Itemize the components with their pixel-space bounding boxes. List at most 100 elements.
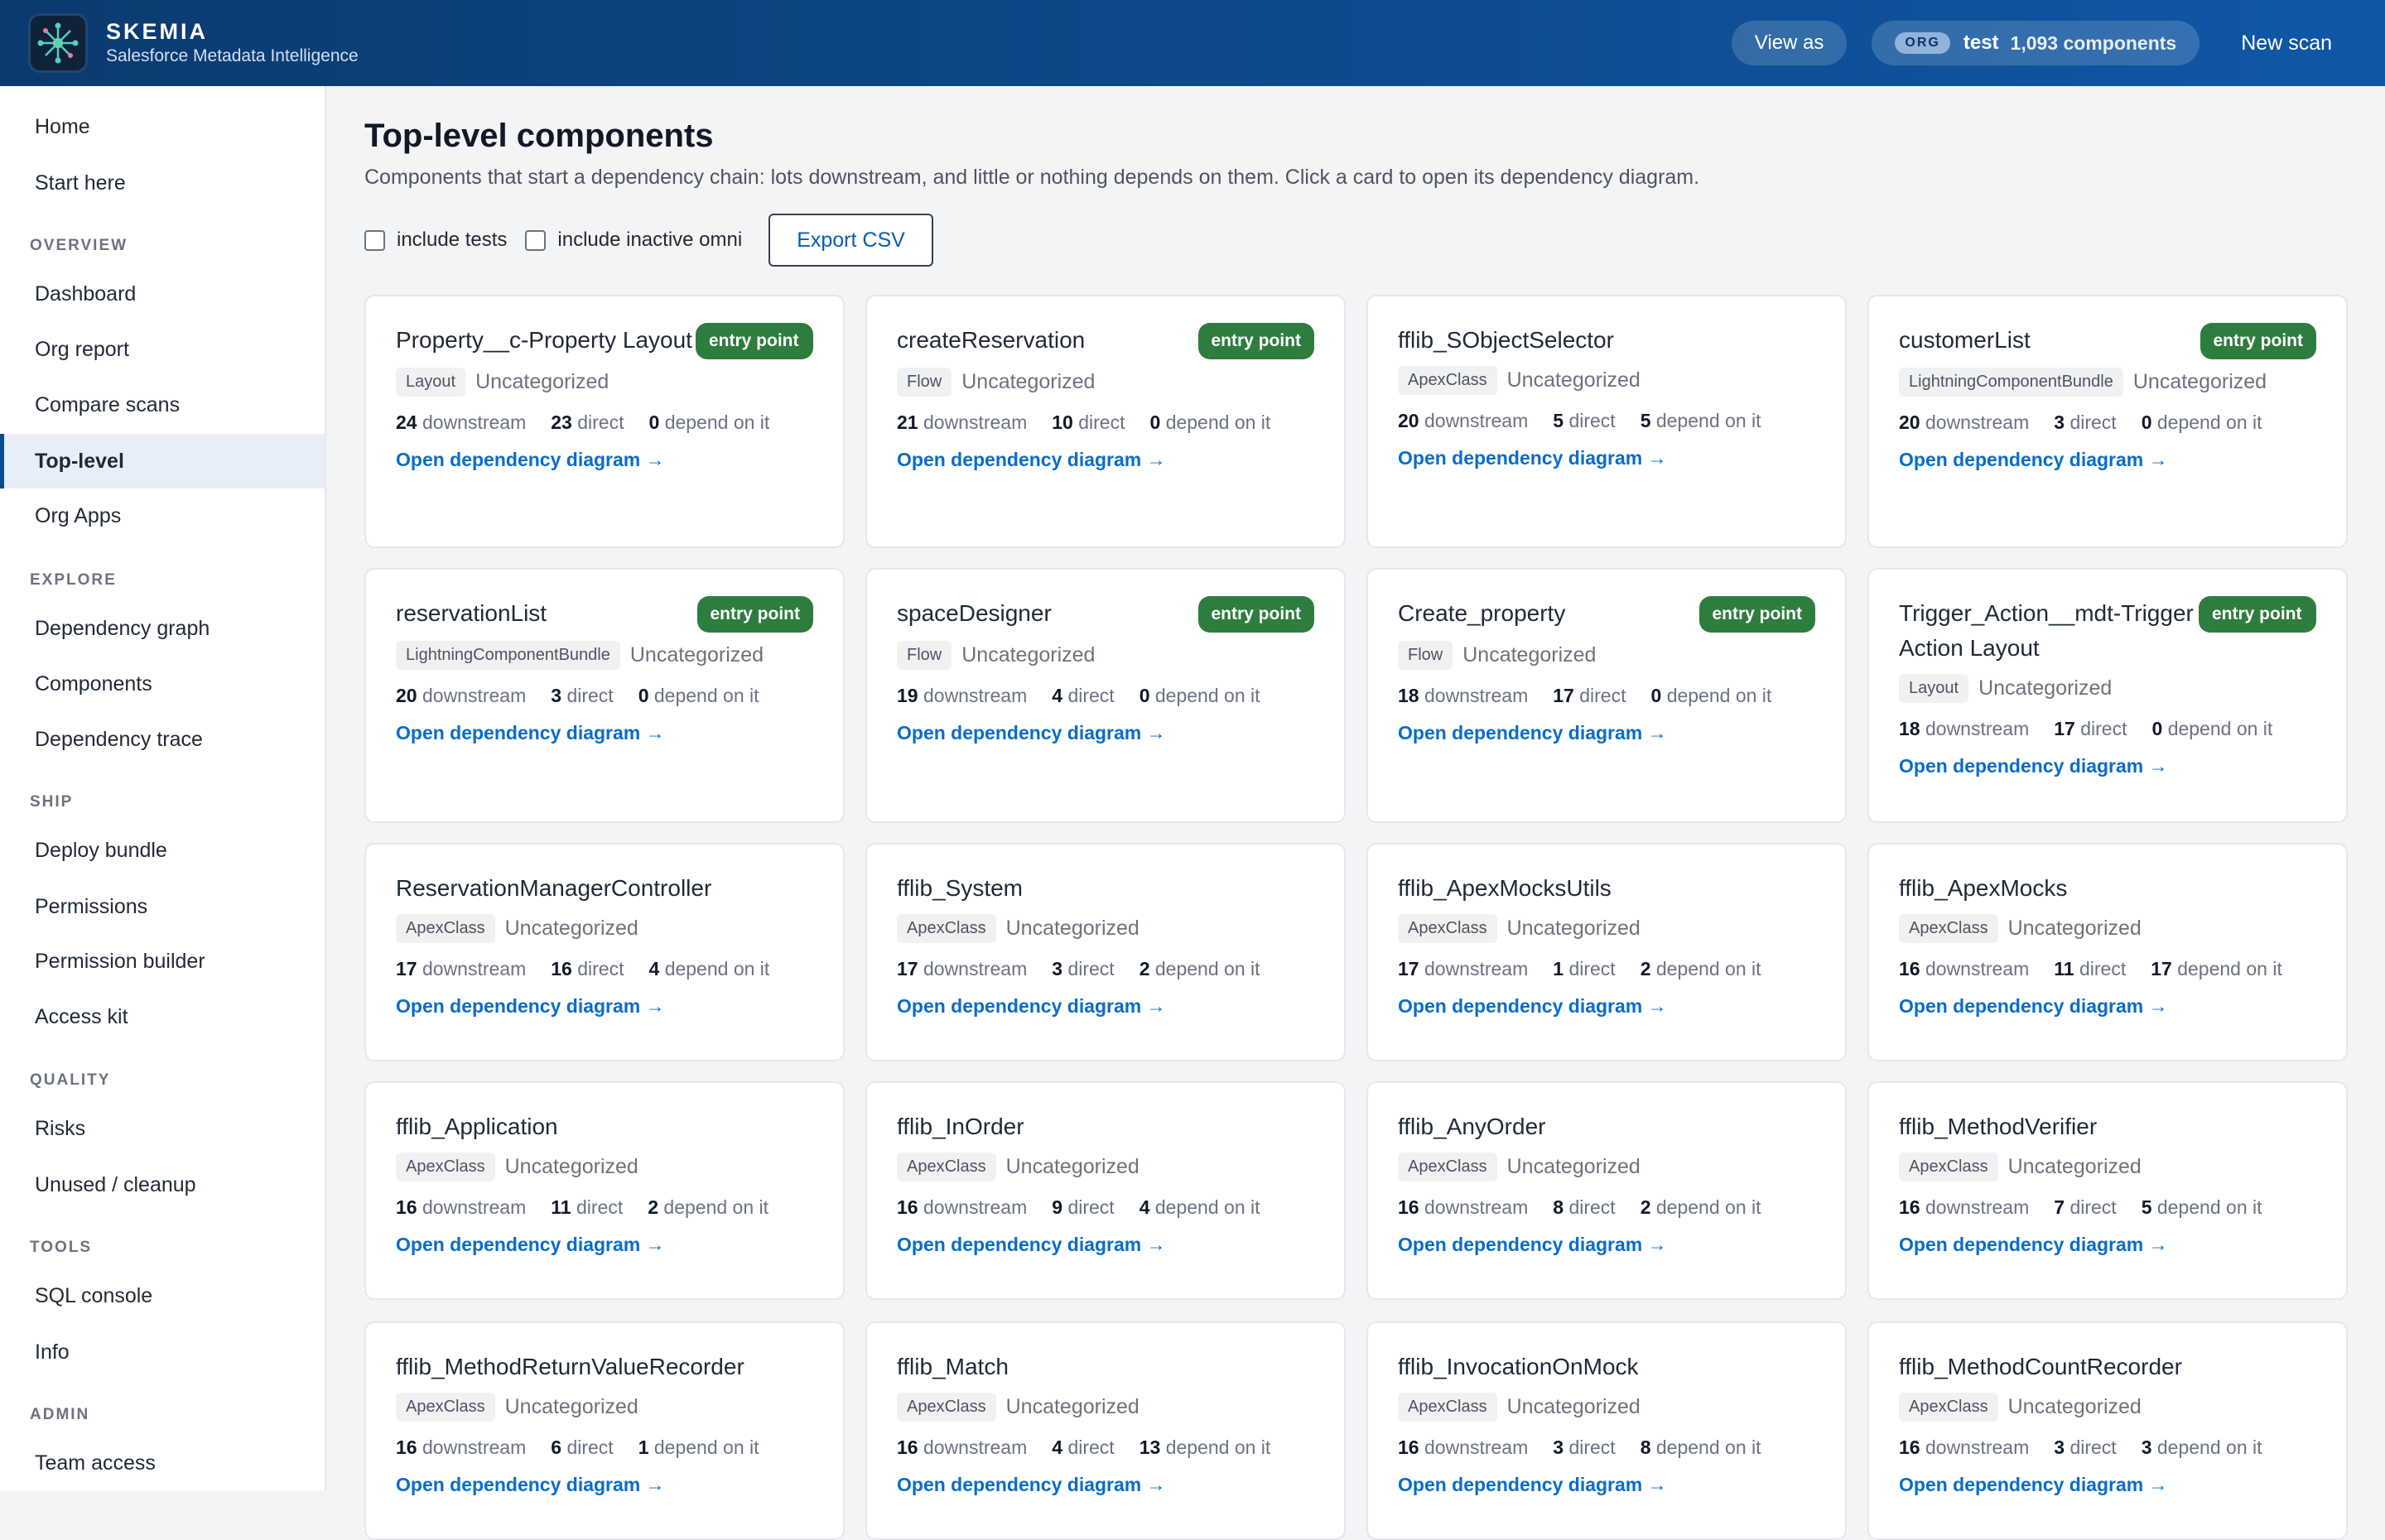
open-dependency-diagram-link[interactable]: Open dependency diagram →: [1899, 755, 2316, 777]
open-dependency-diagram-link[interactable]: Open dependency diagram →: [1398, 995, 1815, 1018]
open-dependency-diagram-link[interactable]: Open dependency diagram →: [1899, 995, 2316, 1018]
open-dependency-diagram-link[interactable]: Open dependency diagram →: [396, 449, 813, 471]
component-category: Uncategorized: [1506, 1395, 1641, 1418]
component-card[interactable]: fflib_Match ApexClass Uncategorized 16 down…: [865, 1321, 1346, 1540]
open-dependency-diagram-link[interactable]: Open dependency diagram →: [897, 449, 1314, 471]
direct-count: 7: [2054, 1196, 2065, 1218]
component-card[interactable]: spaceDesigner entry point Flow Uncategorize…: [865, 568, 1346, 823]
card-header: fflib_Match: [897, 1350, 1314, 1384]
component-card[interactable]: Create_property entry point Flow Uncategori…: [1366, 568, 1847, 823]
direct-label: direct: [566, 685, 614, 706]
component-card[interactable]: ReservationManagerController ApexClass Unc…: [364, 843, 845, 1061]
downstream-stat: 16 downstream: [1899, 1437, 2029, 1459]
component-category: Uncategorized: [961, 643, 1096, 667]
sidebar-item-dependency-graph[interactable]: Dependency graph: [0, 601, 325, 656]
entry-point-badge: entry point: [696, 323, 813, 359]
depend-count: 0: [1139, 685, 1150, 706]
sidebar-item-home[interactable]: Home: [0, 99, 325, 154]
depend-label: depend on it: [653, 1437, 759, 1458]
open-dependency-diagram-link[interactable]: Open dependency diagram →: [1899, 1474, 2316, 1496]
sidebar-item-deploy-bundle[interactable]: Deploy bundle: [0, 823, 325, 878]
brand-subtitle: Salesforce Metadata Intelligence: [106, 46, 359, 65]
component-card[interactable]: Trigger_Action__mdt-Trigger Action Layou…: [1867, 568, 2348, 823]
component-card[interactable]: fflib_MethodVerifier ApexClass Uncategoriz…: [1867, 1081, 2348, 1300]
sidebar-item-components[interactable]: Components: [0, 657, 325, 711]
card-header: Create_property entry point: [1398, 596, 1815, 633]
sidebar-section-quality: QUALITY: [30, 1071, 111, 1089]
open-dependency-diagram-link[interactable]: Open dependency diagram →: [1398, 722, 1815, 744]
checkbox-box[interactable]: [364, 229, 385, 251]
sidebar-item-start-here[interactable]: Start here: [0, 156, 325, 210]
sidebar-item-info[interactable]: Info: [0, 1325, 325, 1379]
component-type-tag: ApexClass: [396, 1153, 495, 1181]
open-dependency-diagram-link[interactable]: Open dependency diagram →: [897, 722, 1314, 744]
depend-count: 2: [1640, 958, 1651, 979]
open-dependency-diagram-link[interactable]: Open dependency diagram →: [897, 995, 1314, 1018]
skemia-logo-icon[interactable]: [28, 13, 88, 73]
card-title: fflib_MethodCountRecorder: [1899, 1354, 2182, 1379]
export-csv-button[interactable]: Export CSV: [768, 214, 933, 267]
open-dependency-diagram-link[interactable]: Open dependency diagram →: [1899, 449, 2316, 471]
sidebar-item-access-kit[interactable]: Access kit: [0, 989, 325, 1044]
sidebar-item-permissions[interactable]: Permissions: [0, 879, 325, 934]
open-dependency-diagram-link[interactable]: Open dependency diagram →: [396, 722, 813, 744]
sidebar-item-org-apps[interactable]: Org Apps: [0, 488, 325, 543]
open-dependency-diagram-link[interactable]: Open dependency diagram →: [396, 1474, 813, 1496]
component-card[interactable]: fflib_SObjectSelector ApexClass Uncategori…: [1366, 295, 1847, 548]
component-card[interactable]: fflib_AnyOrder ApexClass Uncategorized 16 d…: [1366, 1081, 1847, 1300]
sidebar-item-unused-cleanup[interactable]: Unused / cleanup: [0, 1157, 325, 1212]
card-stats: 20 downstream 5 direct 5 depend on it: [1398, 410, 1815, 432]
checkbox-box[interactable]: [525, 229, 547, 251]
open-dependency-diagram-link[interactable]: Open dependency diagram →: [396, 995, 813, 1018]
direct-label: direct: [577, 411, 624, 433]
include-inactive-omni-checkbox[interactable]: include inactive omni: [525, 229, 742, 252]
component-card[interactable]: fflib_MethodReturnValueRecorder ApexClass…: [364, 1321, 845, 1540]
org-switcher[interactable]: ORG test 1,093 components: [1872, 21, 2200, 65]
open-dependency-diagram-link[interactable]: Open dependency diagram →: [897, 1234, 1314, 1256]
open-dependency-diagram-link[interactable]: Open dependency diagram →: [1398, 1234, 1815, 1256]
open-dependency-diagram-link[interactable]: Open dependency diagram →: [396, 1234, 813, 1256]
component-card[interactable]: fflib_InOrder ApexClass Uncategorized 16 do…: [865, 1081, 1346, 1300]
sidebar-item-sql-console[interactable]: SQL console: [0, 1268, 325, 1323]
component-category: Uncategorized: [504, 917, 638, 940]
brand-name: SKEMIA: [106, 19, 209, 44]
component-type-tag: LightningComponentBundle: [396, 641, 620, 670]
direct-stat: 3 direct: [2054, 1437, 2116, 1459]
component-card[interactable]: fflib_Application ApexClass Uncategorized 1…: [364, 1081, 845, 1300]
sidebar-item-team-access[interactable]: Team access: [0, 1436, 325, 1490]
open-dependency-diagram-link[interactable]: Open dependency diagram →: [1899, 1234, 2316, 1256]
component-card[interactable]: customerList entry point LightningComponen…: [1867, 295, 2348, 548]
open-dependency-diagram-link[interactable]: Open dependency diagram →: [1398, 1474, 1815, 1496]
component-card[interactable]: fflib_System ApexClass Uncategorized 17 dow…: [865, 843, 1346, 1061]
component-card[interactable]: createReservation entry point Flow Uncatego…: [865, 295, 1346, 548]
open-dependency-diagram-link[interactable]: Open dependency diagram →: [1398, 447, 1815, 469]
sidebar-item-top-level[interactable]: Top-level: [0, 434, 325, 488]
depend-stat: 0 depend on it: [638, 685, 759, 707]
component-card[interactable]: fflib_ApexMocksUtils ApexClass Uncategoriz…: [1366, 843, 1847, 1061]
open-dependency-diagram-link[interactable]: Open dependency diagram →: [897, 1474, 1314, 1496]
component-card[interactable]: fflib_MethodCountRecorder ApexClass Uncate…: [1867, 1321, 2348, 1540]
card-header: fflib_MethodVerifier: [1899, 1109, 2316, 1144]
downstream-label: downstream: [1925, 1196, 2030, 1218]
card-title: reservationList: [396, 600, 547, 626]
downstream-stat: 16 downstream: [396, 1196, 526, 1219]
component-card[interactable]: reservationList entry point LightningCompo…: [364, 568, 845, 823]
card-meta: ApexClass Uncategorized: [1899, 1393, 2316, 1422]
view-as-button[interactable]: View as: [1731, 21, 1848, 65]
include-tests-checkbox[interactable]: include tests: [364, 229, 507, 252]
sidebar-item-risks[interactable]: Risks: [0, 1101, 325, 1156]
card-title: spaceDesigner: [897, 600, 1052, 626]
card-header: fflib_AnyOrder: [1398, 1109, 1815, 1144]
component-card[interactable]: fflib_InvocationOnMock ApexClass Uncategor…: [1366, 1321, 1847, 1540]
sidebar-item-dependency-trace[interactable]: Dependency trace: [0, 712, 325, 767]
component-type-tag: LightningComponentBundle: [1899, 368, 2123, 397]
downstream-stat: 16 downstream: [1899, 1196, 2029, 1219]
component-card[interactable]: fflib_ApexMocks ApexClass Uncategorized 16 …: [1867, 843, 2348, 1061]
component-card[interactable]: Property__c-Property Layout entry point La…: [364, 295, 845, 548]
sidebar-item-compare-scans[interactable]: Compare scans: [0, 378, 325, 432]
new-scan-button[interactable]: New scan: [2224, 31, 2357, 55]
sidebar-item-org-report[interactable]: Org report: [0, 322, 325, 377]
card-title: Trigger_Action__mdt-Trigger Action Layou…: [1899, 600, 2194, 661]
sidebar-item-dashboard[interactable]: Dashboard: [0, 267, 325, 321]
sidebar-item-permission-builder[interactable]: Permission builder: [0, 934, 325, 989]
